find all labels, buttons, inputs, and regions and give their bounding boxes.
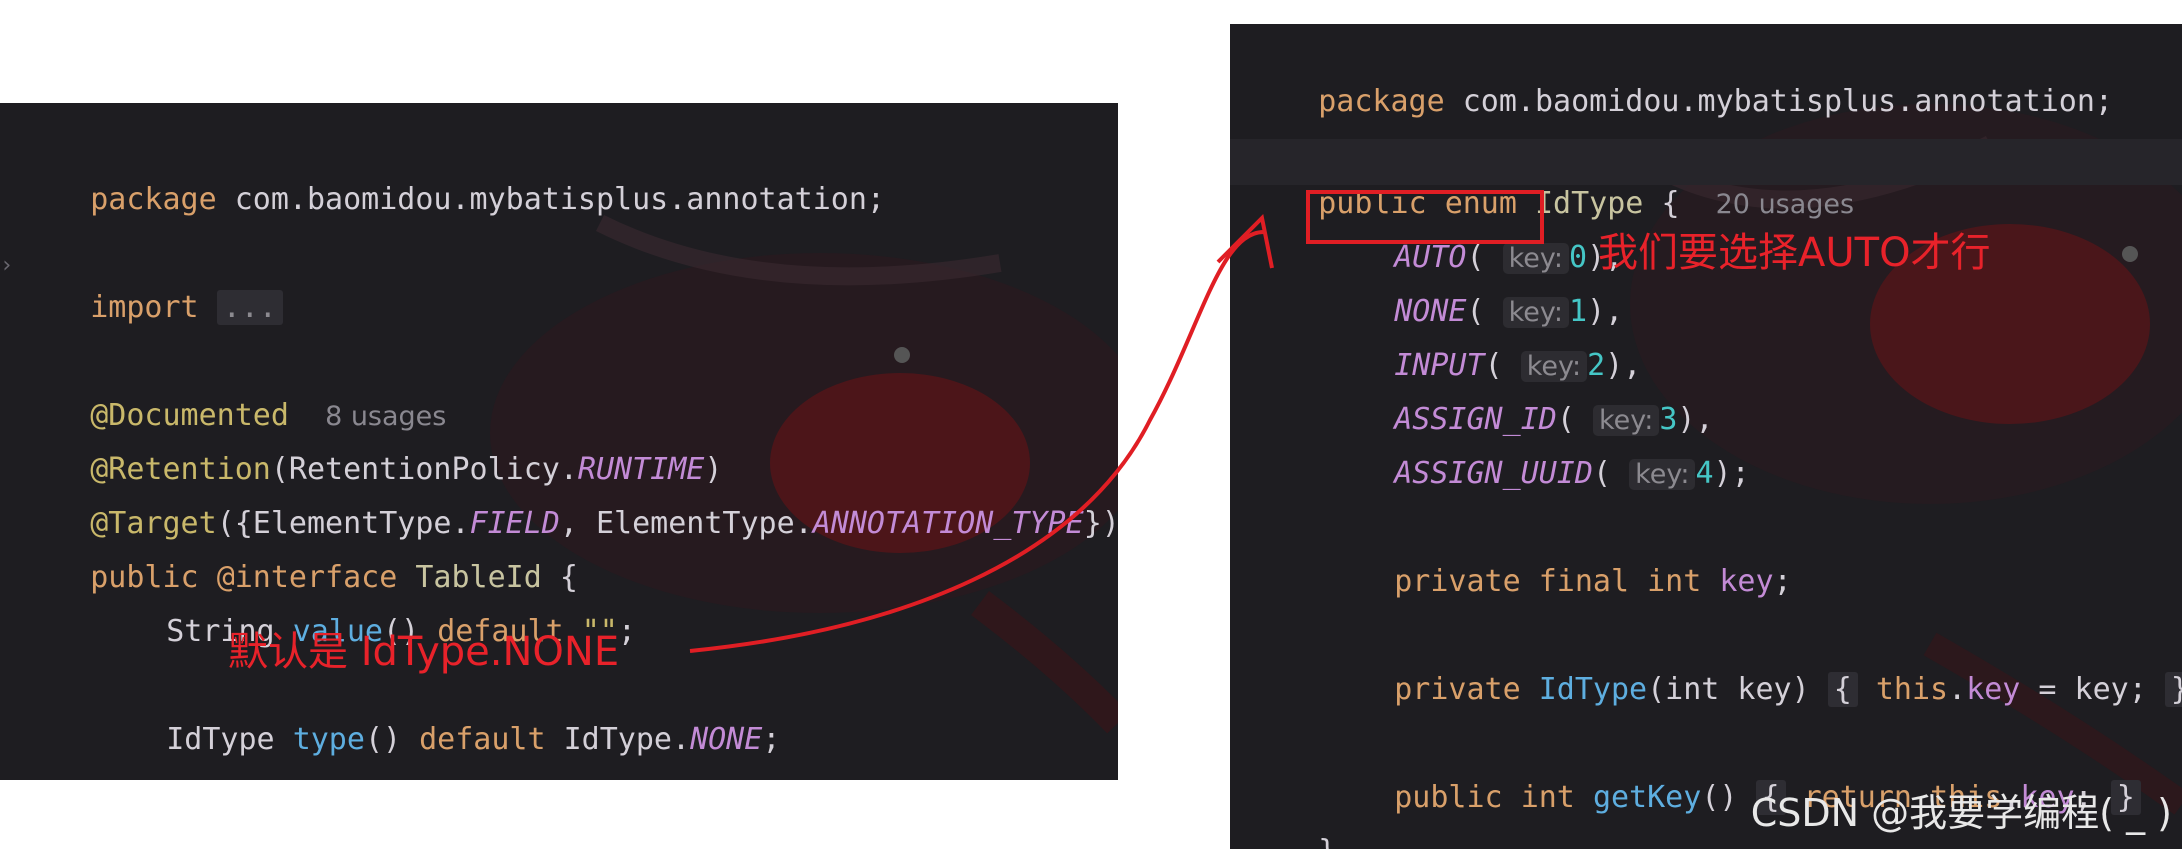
package-name: com.baomidou.mybatisplus.annotation; bbox=[234, 182, 885, 217]
constructor-params: (int key) bbox=[1647, 672, 1810, 707]
enum-value: 4 bbox=[1695, 456, 1714, 491]
type-return-type: IdType bbox=[166, 722, 275, 757]
fold-open-brace[interactable]: { bbox=[1827, 672, 1858, 707]
enum-name: ASSIGN_UUID bbox=[1394, 456, 1593, 491]
note-choose-auto: 我们要选择AUTO才行 bbox=[1598, 230, 1991, 276]
open-brace: { bbox=[1661, 186, 1680, 221]
line-constructor: private IdType(int key) { this.key = key… bbox=[1322, 627, 2182, 707]
value-semicolon: ; bbox=[617, 614, 636, 649]
fold-marker[interactable]: › bbox=[0, 253, 13, 278]
getter-name: getKey bbox=[1592, 780, 1702, 815]
line-retention: @Retention(RetentionPolicy.RUNTIME) bbox=[18, 407, 722, 487]
enum-constant-assign-uuid: ASSIGN_UUID( key: 4); bbox=[1394, 456, 1750, 491]
line-package: package com.baomidou.mybatisplus.annotat… bbox=[1246, 39, 2113, 119]
enum-tail: ); bbox=[1713, 456, 1750, 491]
line-target: @Target({ElementType.FIELD, ElementType.… bbox=[18, 461, 1118, 541]
line-interface-decl: public @interface TableId { bbox=[18, 515, 578, 595]
line-import: import ... bbox=[18, 245, 283, 325]
right-code-editor: package com.baomidou.mybatisplus.annotat… bbox=[1230, 24, 2182, 849]
target-mid: , ElementType. bbox=[559, 506, 813, 541]
constructor-name: IdType bbox=[1538, 672, 1648, 707]
getter-parens: () bbox=[1701, 780, 1738, 815]
keyword-package: package bbox=[1318, 84, 1445, 119]
field-name: key bbox=[1719, 564, 1774, 599]
package-name: com.baomidou.mybatisplus.annotation; bbox=[1462, 84, 2113, 119]
import-fold[interactable]: ... bbox=[216, 290, 283, 325]
keyword-this: this bbox=[1875, 672, 1949, 707]
keyword-package: package bbox=[90, 182, 217, 217]
line-enum-decl: public enum IdType { 20 usages bbox=[1246, 141, 1854, 221]
type-default-value: NONE bbox=[690, 722, 763, 757]
csdn-watermark: CSDN @我要学编程( _ ) bbox=[1750, 791, 2172, 835]
close-brace: } bbox=[1318, 834, 1336, 849]
assignment: = key; bbox=[2020, 672, 2147, 707]
keyword-private: private bbox=[1394, 564, 1521, 599]
line-field-decl: private final int key; bbox=[1322, 519, 1791, 599]
line-getter: public int getKey() { return this.key; } bbox=[1322, 735, 2141, 815]
enum-constant-assign-id: ASSIGN_ID( key: 3), bbox=[1394, 402, 1714, 437]
line-value-method: String value() default ""; bbox=[94, 569, 636, 649]
close-brace: } bbox=[90, 776, 108, 780]
type-default-prefix: IdType. bbox=[563, 722, 691, 757]
keyword-final: final bbox=[1538, 564, 1630, 599]
line-documented: @Documented 8 usages bbox=[18, 353, 446, 433]
enum-constant-input: INPUT( key: 2), bbox=[1394, 348, 1642, 383]
type-parens: () bbox=[364, 722, 402, 757]
keyword-int: int bbox=[1647, 564, 1702, 599]
keyword-private: private bbox=[1394, 672, 1521, 707]
left-code-editor: package com.baomidou.mybatisplus.annotat… bbox=[0, 103, 1118, 780]
target-close: }) bbox=[1083, 506, 1118, 541]
line-close-brace: } bbox=[18, 731, 108, 780]
keyword-default: default bbox=[419, 722, 546, 757]
target-annotation-type: ANNOTATION_TYPE bbox=[812, 506, 1084, 541]
enum-constant-none: NONE( key: 1), bbox=[1394, 294, 1624, 329]
param-hint: key: bbox=[1629, 459, 1696, 490]
field-semicolon: ; bbox=[1773, 564, 1792, 599]
line-type-method: IdType type() default IdType.NONE; bbox=[94, 677, 780, 757]
auto-highlight-box bbox=[1306, 190, 1544, 244]
line-package: package com.baomidou.mybatisplus.annotat… bbox=[18, 137, 885, 217]
dot: . bbox=[1948, 672, 1967, 707]
keyword-public: public bbox=[1394, 780, 1503, 815]
type-method-name: type bbox=[292, 722, 365, 757]
fold-close-brace[interactable]: } bbox=[2164, 672, 2182, 707]
line-close-brace: } bbox=[1246, 789, 1336, 849]
usages-hint[interactable]: 20 usages bbox=[1716, 189, 1854, 220]
note-default-none: 默认是 IdType.NONE bbox=[228, 629, 620, 675]
keyword-int: int bbox=[1520, 780, 1575, 815]
field-ref: key bbox=[1966, 672, 2021, 707]
type-semicolon: ; bbox=[762, 722, 781, 757]
keyword-import: import bbox=[90, 290, 199, 325]
